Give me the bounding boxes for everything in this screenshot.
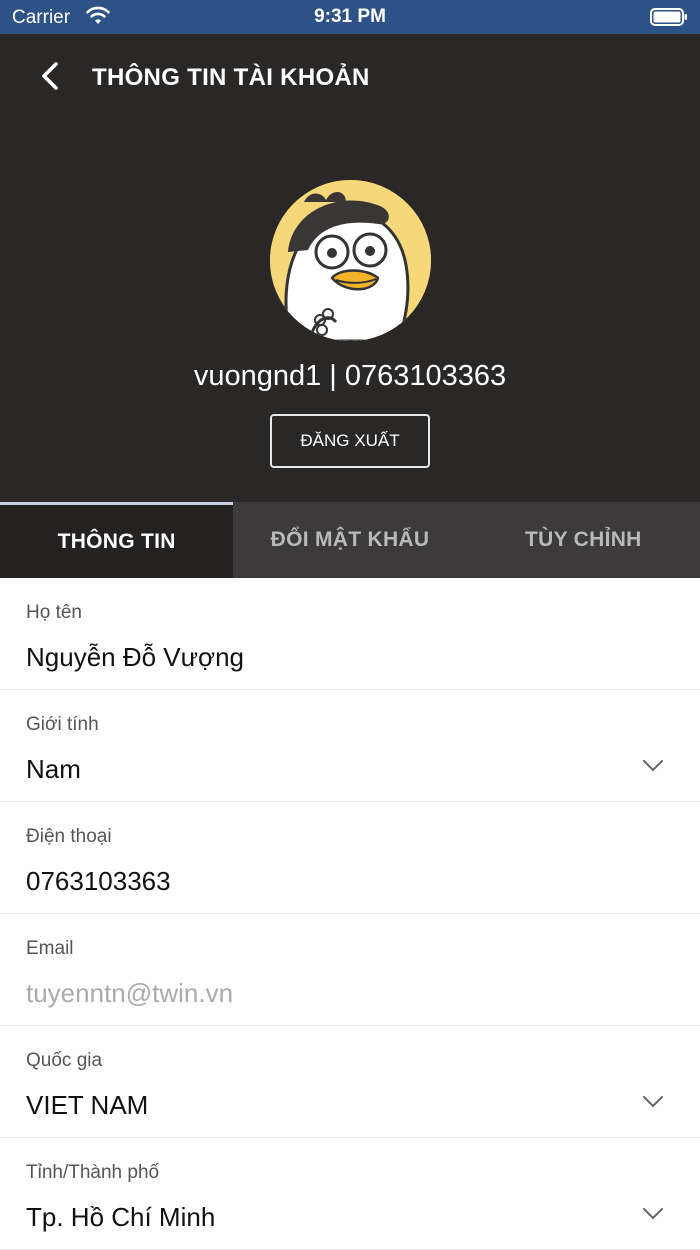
phone-label: Điện thoại — [26, 826, 112, 847]
email-label: Email — [26, 938, 74, 959]
chevron-down-icon[interactable] — [643, 1208, 663, 1220]
account-header: THÔNG TIN TÀI KHOẢN vuongnd1 | 076310336… — [0, 34, 700, 502]
tab-bar: THÔNG TIN ĐỔI MẬT KHẨU TÙY CHỈNH — [0, 502, 700, 578]
country-label: Quốc gia — [26, 1050, 103, 1071]
battery-icon — [650, 8, 687, 26]
username-phone: vuongnd1 | 0763103363 — [193, 360, 507, 392]
city-label: Tỉnh/Thành phố — [26, 1162, 160, 1183]
tab-info[interactable]: THÔNG TIN — [0, 502, 234, 578]
country-value[interactable]: VIET NAM — [26, 1090, 148, 1121]
status-time: 9:31 PM — [314, 6, 386, 27]
phone-field[interactable]: Điện thoại 0763103363 — [0, 802, 700, 914]
avatar[interactable] — [270, 180, 431, 341]
email-value[interactable]: tuyenntn@twin.vn — [26, 978, 233, 1009]
tab-settings[interactable]: TÙY CHỈNH — [467, 502, 700, 578]
gender-label: Giới tính — [26, 714, 99, 735]
account-form: Họ tên Nguyễn Đỗ Vượng Giới tính Nam Điệ… — [0, 578, 700, 1250]
back-arrow-icon — [42, 62, 58, 90]
logout-button[interactable]: ĐĂNG XUẤT — [270, 414, 430, 468]
country-select[interactable]: Quốc gia VIET NAM — [0, 1026, 700, 1138]
chevron-down-icon[interactable] — [643, 760, 663, 772]
page-title: THÔNG TIN TÀI KHOẢN — [92, 64, 370, 91]
back-button[interactable] — [30, 56, 70, 96]
duck-avatar-image — [270, 180, 431, 341]
phone-value[interactable]: 0763103363 — [26, 866, 171, 897]
full-name-value[interactable]: Nguyễn Đỗ Vượng — [26, 642, 244, 673]
chevron-down-icon[interactable] — [643, 1096, 663, 1108]
city-value[interactable]: Tp. Hồ Chí Minh — [26, 1202, 215, 1233]
status-bar: Carrier 9:31 PM — [0, 0, 700, 34]
full-name-label: Họ tên — [26, 602, 82, 623]
gender-value[interactable]: Nam — [26, 754, 81, 785]
tab-change-password[interactable]: ĐỔI MẬT KHẨU — [233, 502, 466, 578]
full-name-field[interactable]: Họ tên Nguyễn Đỗ Vượng — [0, 578, 700, 690]
city-select[interactable]: Tỉnh/Thành phố Tp. Hồ Chí Minh — [0, 1138, 700, 1250]
gender-select[interactable]: Giới tính Nam — [0, 690, 700, 802]
email-field[interactable]: Email tuyenntn@twin.vn — [0, 914, 700, 1026]
